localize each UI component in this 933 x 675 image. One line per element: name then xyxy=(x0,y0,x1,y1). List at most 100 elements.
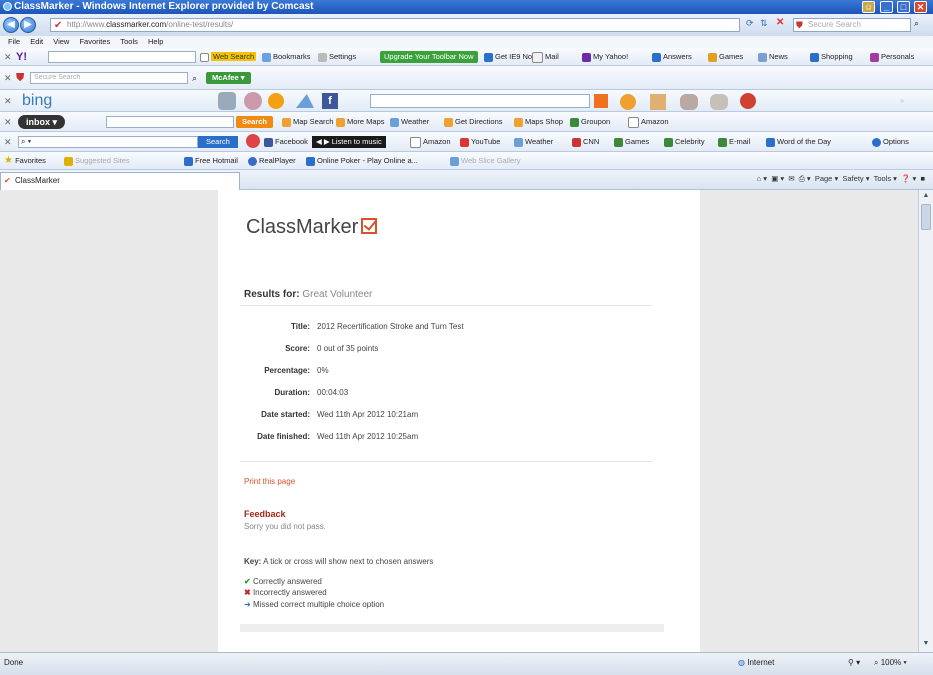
weather-button[interactable]: Weather xyxy=(390,112,429,132)
scroll-thumb[interactable] xyxy=(921,204,931,230)
toolbar-search-input[interactable]: ⌕ ▾ xyxy=(18,136,198,148)
bookmarks-button[interactable]: Bookmarks xyxy=(262,48,311,66)
groupon-button[interactable]: Groupon xyxy=(570,112,610,132)
research-icon[interactable]: ■ xyxy=(920,174,925,183)
mail-button[interactable]: Mail xyxy=(532,48,559,66)
help-icon[interactable]: ❓ ▾ xyxy=(901,174,916,183)
toolbar-search-button[interactable]: Search xyxy=(198,136,238,148)
search-input[interactable]: ⛊ Secure Search xyxy=(793,18,911,32)
web-slice-link[interactable]: Web Slice Gallery xyxy=(450,152,520,170)
weather-button[interactable]: Weather xyxy=(514,132,553,152)
weather-icon[interactable] xyxy=(620,94,636,110)
youtube-button[interactable]: YouTube xyxy=(460,132,500,152)
cnn-button[interactable]: CNN xyxy=(572,132,599,152)
my-yahoo-button[interactable]: My Yahoo! xyxy=(582,48,628,66)
directions-button[interactable]: Get Directions xyxy=(444,112,503,132)
games-button[interactable]: Games xyxy=(614,132,649,152)
print-icon[interactable]: ⎙ ▾ xyxy=(799,174,811,183)
menu-view[interactable]: View xyxy=(53,37,69,46)
options-button[interactable]: Options xyxy=(872,132,909,152)
back-icon[interactable]: ◀ xyxy=(3,17,19,33)
facebook-icon[interactable]: f xyxy=(322,93,338,109)
read-mail-icon[interactable]: ✉ xyxy=(788,174,794,183)
settings-button[interactable]: Settings xyxy=(318,48,356,66)
more-maps-button[interactable]: More Maps xyxy=(336,112,385,132)
menu-edit[interactable]: Edit xyxy=(30,37,43,46)
people-icon[interactable] xyxy=(218,92,236,110)
home-icon[interactable]: ⌂ ▾ xyxy=(757,174,767,183)
news-icon[interactable] xyxy=(680,94,698,110)
vertical-scrollbar[interactable]: ▲ ▼ xyxy=(918,190,933,652)
facebook-button[interactable]: Facebook xyxy=(264,132,308,152)
amazon-button[interactable]: Amazon xyxy=(628,112,669,132)
search-icon[interactable]: ⌕ xyxy=(914,18,919,29)
zoom-control[interactable]: ⌕ 100% ▾ xyxy=(874,658,907,668)
word-of-day-button[interactable]: Word of the Day xyxy=(766,132,831,152)
realplayer-link[interactable]: RealPlayer xyxy=(248,152,296,170)
close-toolbar-icon[interactable]: ✕ xyxy=(4,132,12,152)
celebrity-button[interactable]: Celebrity xyxy=(664,132,705,152)
page-menu[interactable]: Page ▾ xyxy=(815,174,838,183)
maps-shop-button[interactable]: Maps Shop xyxy=(514,112,563,132)
mcafee-button[interactable]: McAfee ▾ xyxy=(206,72,251,84)
minimize-button[interactable]: _ xyxy=(880,1,893,13)
bird-icon[interactable] xyxy=(740,93,756,109)
address-path: /online-test/results/ xyxy=(166,20,234,29)
maximize-button[interactable]: □ xyxy=(897,1,910,13)
photo-icon[interactable] xyxy=(244,92,262,110)
checkmark-icon: ✔ xyxy=(4,176,11,185)
tools-menu[interactable]: Tools ▾ xyxy=(874,174,897,183)
close-toolbar-icon[interactable]: ✕ xyxy=(4,112,12,132)
map-icon[interactable] xyxy=(296,94,314,108)
inbox-search-input[interactable] xyxy=(106,116,234,128)
web-search-button[interactable]: Web Search xyxy=(200,48,257,66)
favorites-button[interactable]: ★ Favorites xyxy=(4,152,46,170)
print-page-link[interactable]: Print this page xyxy=(244,477,295,486)
online-poker-link[interactable]: Online Poker - Play Online a... xyxy=(306,152,418,170)
scroll-down-icon[interactable]: ▼ xyxy=(921,640,931,650)
upgrade-toolbar-button[interactable]: Upgrade Your Toolbar Now xyxy=(380,51,478,63)
menu-help[interactable]: Help xyxy=(148,37,163,46)
games-button[interactable]: Games xyxy=(708,48,743,66)
bing-search-icon[interactable] xyxy=(594,94,608,108)
protected-mode-icon[interactable]: ⚲ ▾ xyxy=(848,658,860,667)
tab-classmarker[interactable]: ✔ ClassMarker xyxy=(0,172,240,190)
forward-icon[interactable]: ▶ xyxy=(20,17,36,33)
menu-tools[interactable]: Tools xyxy=(120,37,138,46)
inbox-search-button[interactable]: Search xyxy=(236,116,274,128)
search-icon[interactable]: ⌕ xyxy=(192,66,197,90)
personals-button[interactable]: Personals xyxy=(870,48,914,66)
thumbs-up-icon[interactable] xyxy=(650,94,666,110)
refresh-icon[interactable]: ⟳ xyxy=(746,18,754,29)
yahoo-search-input[interactable] xyxy=(48,51,196,63)
map-search-button[interactable]: Map Search xyxy=(282,112,333,132)
amazon-button[interactable]: Amazon xyxy=(410,132,451,152)
close-toolbar-icon[interactable]: ✕ xyxy=(4,48,12,66)
shopping-button[interactable]: Shopping xyxy=(810,48,853,66)
myspace-icon[interactable] xyxy=(246,134,260,148)
bing-search-input[interactable] xyxy=(370,94,590,108)
menu-favorites[interactable]: Favorites xyxy=(79,37,110,46)
listen-to-music-button[interactable]: ◀ ▶ Listen to music xyxy=(312,136,386,148)
free-hotmail-link[interactable]: Free Hotmail xyxy=(184,152,238,170)
mcafee-search-input[interactable]: Secure Search xyxy=(30,72,188,84)
menu-file[interactable]: File xyxy=(8,37,20,46)
stop-icon[interactable]: ✕ xyxy=(776,17,784,28)
close-toolbar-icon[interactable]: ✕ xyxy=(4,66,12,90)
feeds-icon[interactable]: ▣ ▾ xyxy=(771,174,784,183)
answers-button[interactable]: Answers xyxy=(652,48,692,66)
close-toolbar-icon[interactable]: ✕ xyxy=(4,90,12,112)
news-button[interactable]: News xyxy=(758,48,788,66)
close-button[interactable]: ✕ xyxy=(914,1,927,13)
email-button[interactable]: E-mail xyxy=(718,132,750,152)
suggested-sites-link[interactable]: Suggested Sites xyxy=(64,152,130,170)
scroll-up-icon[interactable]: ▲ xyxy=(921,192,931,202)
field-duration-label: Duration: xyxy=(274,388,310,397)
sun-icon[interactable] xyxy=(268,93,284,109)
address-prefix: http://www. xyxy=(67,20,107,29)
safety-menu[interactable]: Safety ▾ xyxy=(842,174,869,183)
address-input[interactable]: ✔ http://www.classmarker.com/online-test… xyxy=(50,18,740,32)
compat-icon[interactable]: ⇅ xyxy=(760,18,768,29)
shopping-icon[interactable] xyxy=(710,94,728,110)
more-icon[interactable]: » xyxy=(900,90,904,112)
